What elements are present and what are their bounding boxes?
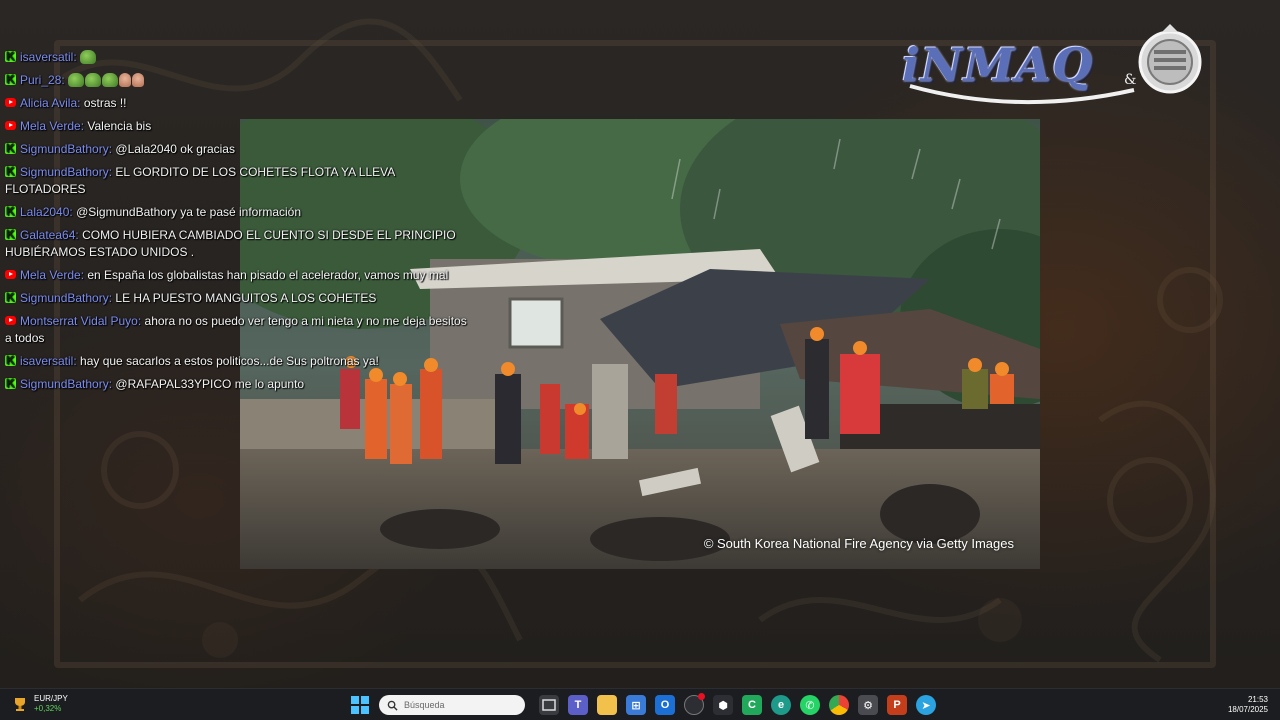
- chat-username[interactable]: Mela Verde: [20, 268, 81, 282]
- outlook-icon[interactable]: O: [655, 695, 675, 715]
- search-icon: [387, 700, 398, 711]
- chat-username[interactable]: Montserrat Vidal Puyo: [20, 314, 138, 328]
- chat-message: isaversatil: hay que sacarlos a estos po…: [5, 352, 475, 370]
- file-explorer-icon[interactable]: [597, 695, 617, 715]
- windows-logo-icon: [351, 696, 369, 714]
- chat-message: Mela Verde: Valencia bis: [5, 118, 475, 135]
- chat-overlay: isaversatil: Puri_28: Alicia Avila: ostr…: [5, 48, 475, 399]
- chat-message: SigmundBathory: @Lala2040 ok gracias: [5, 140, 475, 158]
- chat-separator: :: [77, 96, 84, 110]
- chat-username[interactable]: Alicia Avila: [20, 96, 77, 110]
- chat-message: Galatea64: COMO HUBIERA CAMBIADO EL CUEN…: [5, 226, 475, 261]
- chat-username[interactable]: isaversatil: [20, 354, 73, 368]
- chrome-icon[interactable]: [829, 695, 849, 715]
- chat-message: Puri_28:: [5, 71, 475, 89]
- kick-badge-icon: [5, 203, 16, 220]
- frog-emote-icon: [102, 73, 119, 87]
- kick-badge-icon: [5, 48, 16, 65]
- frog-emote-icon: [80, 50, 97, 64]
- channel-logo: iNMAQ &: [898, 22, 1208, 108]
- chat-username[interactable]: Mela Verde: [20, 119, 81, 133]
- chat-message: Alicia Avila: ostras !!: [5, 95, 475, 112]
- chat-message-text: @SigmundBathory ya te pasé información: [76, 205, 302, 219]
- edge-browser-icon[interactable]: e: [771, 695, 791, 715]
- settings-icon[interactable]: ⚙: [858, 695, 878, 715]
- kick-badge-icon: [5, 140, 16, 157]
- logo-ampersand: &: [1124, 72, 1137, 88]
- kick-badge-icon: [5, 71, 16, 88]
- chat-username[interactable]: SigmundBathory: [20, 377, 109, 391]
- chat-message: SigmundBathory: EL GORDITO DE LOS COHETE…: [5, 163, 475, 198]
- chat-message: SigmundBathory: @RAFAPAL33YPICO me lo ap…: [5, 375, 475, 393]
- github-icon[interactable]: ⬢: [713, 695, 733, 715]
- youtube-badge-icon: [5, 270, 16, 279]
- chat-username[interactable]: Lala2040: [20, 205, 69, 219]
- ticker-change: +0,32%: [34, 704, 62, 713]
- chat-username[interactable]: SigmundBathory: [20, 142, 109, 156]
- chat-username[interactable]: Puri_28: [20, 73, 61, 87]
- logo-swoosh: [909, 84, 1135, 105]
- chat-username[interactable]: SigmundBathory: [20, 291, 109, 305]
- notification-dot: [698, 693, 705, 700]
- chat-separator: :: [73, 50, 81, 64]
- camtasia-icon[interactable]: C: [742, 695, 762, 715]
- search-placeholder: Búsqueda: [404, 700, 445, 710]
- windows-start-button[interactable]: [350, 695, 370, 715]
- taskbar: EUR/JPY +0,32% Búsqueda T ⊞ O ⬢ C e ✆ ⚙ …: [0, 688, 1280, 720]
- chat-message: Montserrat Vidal Puyo: ahora no os puedo…: [5, 313, 475, 347]
- kick-badge-icon: [5, 375, 16, 392]
- chat-separator: :: [61, 73, 69, 87]
- microsoft-store-icon[interactable]: ⊞: [626, 695, 646, 715]
- taskbar-search-box[interactable]: Búsqueda: [379, 695, 525, 715]
- system-clock[interactable]: 21:53 18/07/2025: [1228, 695, 1268, 715]
- powerpoint-icon[interactable]: P: [887, 695, 907, 715]
- clock-date: 18/07/2025: [1227, 705, 1268, 714]
- chat-message-text: @RAFAPAL33YPICO me lo apunto: [115, 377, 305, 391]
- telegram-icon[interactable]: ➤: [916, 695, 936, 715]
- hand-emote-icon: [132, 73, 145, 87]
- teams-icon[interactable]: T: [568, 695, 588, 715]
- kick-badge-icon: [5, 289, 16, 306]
- copilot-icon[interactable]: [684, 693, 705, 715]
- chat-message-text: en España los globalistas han pisado el …: [87, 268, 449, 282]
- whatsapp-icon[interactable]: ✆: [800, 695, 820, 715]
- chat-message-text: @Lala2040 ok gracias: [115, 142, 235, 156]
- ticker-pair: EUR/JPY: [34, 694, 68, 703]
- kick-badge-icon: [5, 352, 16, 369]
- chat-message-text: ostras !!: [83, 96, 127, 110]
- chat-separator: :: [137, 314, 145, 328]
- frog-emote-icon: [85, 73, 102, 87]
- photo-credit: © South Korea National Fire Agency via G…: [703, 536, 1014, 551]
- clock-time: 21:53: [1247, 695, 1268, 704]
- currency-trophy-icon: [15, 698, 25, 711]
- kick-badge-icon: [5, 226, 16, 243]
- seal-emblem-icon: [1138, 24, 1202, 94]
- youtube-badge-icon: [5, 98, 16, 107]
- kick-badge-icon: [5, 163, 16, 180]
- chat-message-text: Valencia bis: [87, 119, 152, 133]
- chat-username[interactable]: SigmundBathory: [20, 165, 109, 179]
- youtube-badge-icon: [5, 121, 16, 130]
- chat-username[interactable]: Galatea64: [20, 228, 75, 242]
- chat-message-text: LE HA PUESTO MANGUITOS A LOS COHETES: [115, 291, 377, 305]
- task-view-icon[interactable]: [539, 695, 559, 715]
- chat-message-text: hay que sacarlos a estos politicos...de …: [80, 354, 379, 368]
- chat-message: SigmundBathory: LE HA PUESTO MANGUITOS A…: [5, 289, 475, 307]
- chat-username[interactable]: isaversatil: [20, 50, 73, 64]
- chat-message: Lala2040: @SigmundBathory ya te pasé inf…: [5, 203, 475, 221]
- chat-message: isaversatil:: [5, 48, 475, 66]
- frog-emote-icon: [68, 73, 85, 87]
- market-ticker-widget[interactable]: EUR/JPY +0,32%: [12, 694, 68, 714]
- youtube-badge-icon: [5, 316, 16, 325]
- hand-emote-icon: [119, 73, 132, 87]
- chat-message: Mela Verde: en España los globalistas ha…: [5, 267, 475, 284]
